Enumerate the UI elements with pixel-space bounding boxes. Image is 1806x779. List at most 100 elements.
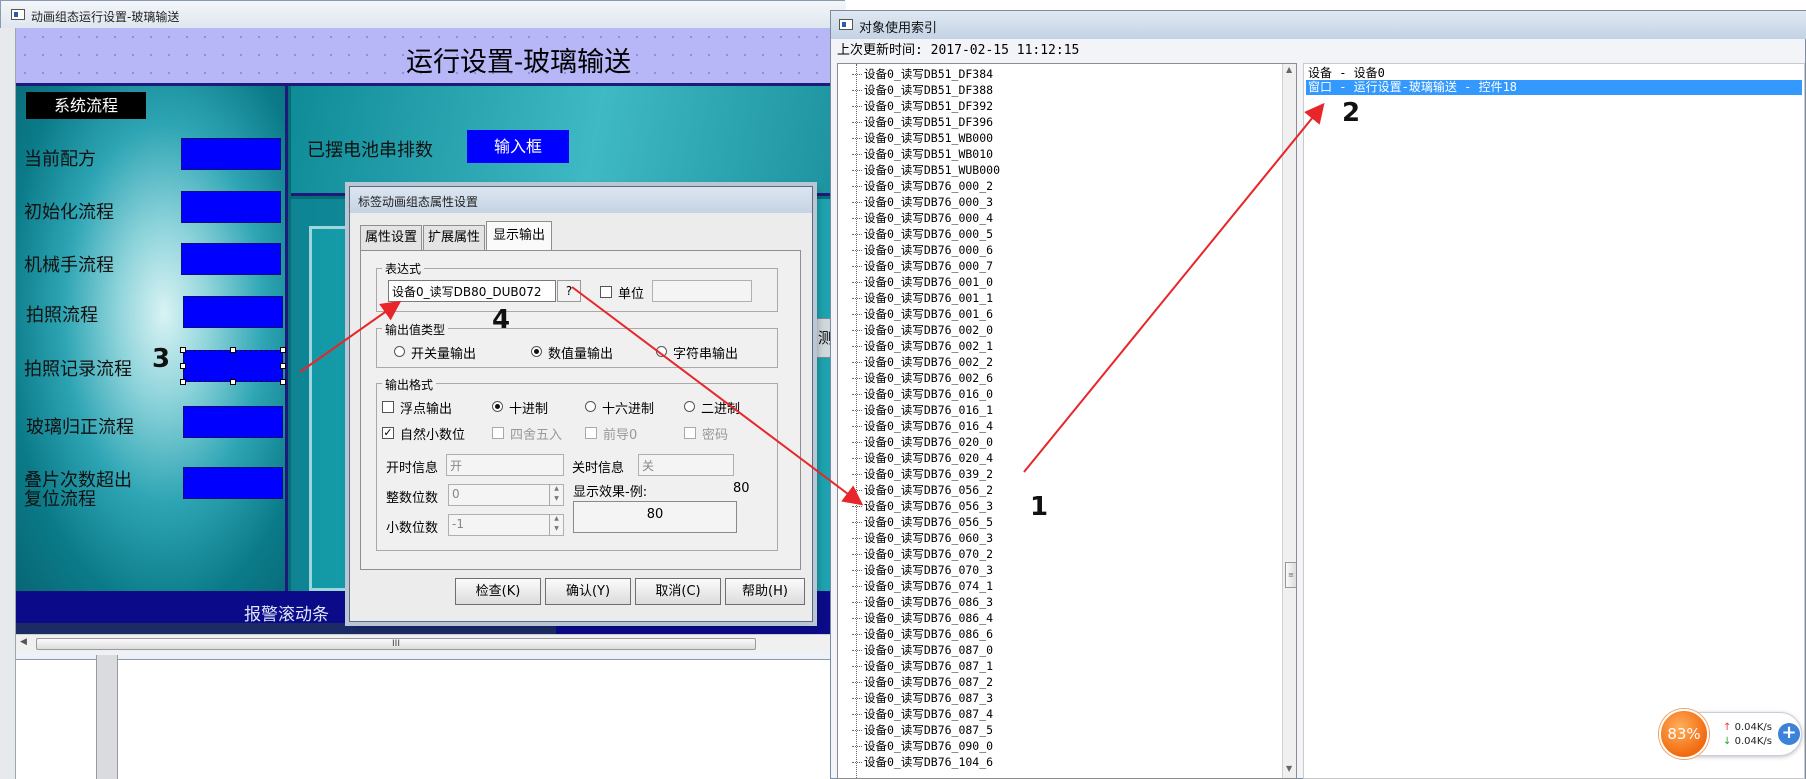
- network-speed-widget[interactable]: 83% ↑ 0.04K/s ↓ 0.04K/s +: [1659, 709, 1802, 759]
- resize-handle[interactable]: [280, 347, 286, 353]
- horizontal-scrollbar[interactable]: ◀ III: [16, 634, 842, 652]
- cancel-button[interactable]: 取消(C): [635, 578, 721, 605]
- tree-item[interactable]: 设备0_读写DB76_090_0: [851, 738, 993, 754]
- radio-decimal[interactable]: [492, 401, 503, 412]
- resize-handle[interactable]: [230, 347, 236, 353]
- float-output-checkbox[interactable]: [382, 401, 394, 413]
- tree-item[interactable]: 设备0_读写DB51_WB000: [851, 130, 993, 146]
- tree-item[interactable]: 设备0_读写DB76_000_2: [851, 178, 993, 194]
- detail-row-device[interactable]: 设备 - 设备0: [1306, 66, 1385, 81]
- tree-item[interactable]: 设备0_读写DB76_056_5: [851, 514, 993, 530]
- tree-item[interactable]: 设备0_读写DB76_087_4: [851, 706, 993, 722]
- decimal-digits-input[interactable]: -1 ▲ ▼: [448, 514, 564, 536]
- battery-input-box[interactable]: 输入框: [467, 130, 569, 163]
- robot-flow-box[interactable]: [181, 243, 281, 275]
- usage-detail-pane[interactable]: 设备 - 设备0 窗口 - 运行设置-玻璃输送 - 控件18: [1303, 63, 1805, 779]
- tree-item[interactable]: 设备0_读写DB76_016_4: [851, 418, 993, 434]
- resize-handle[interactable]: [280, 379, 286, 385]
- decimal-digits-spinner-icon[interactable]: ▲ ▼: [549, 514, 563, 536]
- tree-item[interactable]: 设备0_读写DB76_087_2: [851, 674, 993, 690]
- overlap-reset-flow-box[interactable]: [183, 467, 283, 499]
- tree-item[interactable]: 设备0_读写DB76_070_3: [851, 562, 993, 578]
- index-window-titlebar[interactable]: 对象使用索引: [831, 11, 1806, 39]
- check-button[interactable]: 检查(K): [455, 578, 541, 605]
- glass-align-flow-box[interactable]: [183, 406, 283, 438]
- tree-vertical-scrollbar[interactable]: ▲ ≡ ▼: [1282, 64, 1296, 778]
- tree-item[interactable]: 设备0_读写DB76_000_4: [851, 210, 993, 226]
- int-digits-spinner-icon[interactable]: ▲ ▼: [549, 484, 563, 506]
- scroll-left-icon[interactable]: ◀: [20, 637, 27, 647]
- tree-scroll-thumb[interactable]: ≡: [1285, 562, 1296, 588]
- resize-handle[interactable]: [230, 379, 236, 385]
- tree-item[interactable]: 设备0_读写DB76_020_0: [851, 434, 993, 450]
- tree-item[interactable]: 设备0_读写DB76_074_1: [851, 578, 993, 594]
- help-button[interactable]: 帮助(H): [725, 578, 805, 605]
- design-window-titlebar[interactable]: 动画组态运行设置-玻璃输送: [1, 1, 846, 29]
- tree-item[interactable]: 设备0_读写DB76_104_6: [851, 754, 993, 770]
- scroll-down-icon[interactable]: ▼: [1286, 764, 1292, 773]
- radio-switch-output[interactable]: [394, 346, 405, 357]
- tree-item[interactable]: 设备0_读写DB76_000_3: [851, 194, 993, 210]
- confirm-button[interactable]: 确认(Y): [545, 578, 631, 605]
- tree-item[interactable]: 设备0_读写DB76_086_4: [851, 610, 993, 626]
- radio-string-output[interactable]: [656, 346, 667, 357]
- tree-item[interactable]: 设备0_读写DB76_087_5: [851, 722, 993, 738]
- tree-item[interactable]: 设备0_读写DB76_039_2: [851, 466, 993, 482]
- photo-flow-box[interactable]: [183, 296, 283, 328]
- tree-item[interactable]: 设备0_读写DB76_087_0: [851, 642, 993, 658]
- photo-record-flow-box[interactable]: [180, 347, 286, 385]
- tree-item[interactable]: 设备0_读写DB76_087_3: [851, 690, 993, 706]
- resize-handle[interactable]: [180, 347, 186, 353]
- resize-handle[interactable]: [180, 363, 186, 369]
- resize-handle[interactable]: [180, 379, 186, 385]
- tree-item[interactable]: 设备0_读写DB51_DF384: [851, 66, 993, 82]
- plus-icon[interactable]: +: [1778, 723, 1800, 745]
- tree-item[interactable]: 设备0_读写DB76_086_6: [851, 626, 993, 642]
- cpu-percent-ball[interactable]: 83%: [1659, 709, 1709, 759]
- dialog-titlebar[interactable]: 标签动画组态属性设置: [350, 187, 812, 213]
- current-recipe-box[interactable]: [181, 138, 281, 170]
- tree-item[interactable]: 设备0_读写DB76_001_0: [851, 274, 993, 290]
- tree-item[interactable]: 设备0_读写DB51_WUB000: [851, 162, 1000, 178]
- tab-extended-properties[interactable]: 扩展属性: [423, 225, 485, 251]
- tree-item[interactable]: 设备0_读写DB76_001_6: [851, 306, 993, 322]
- tree-item[interactable]: 设备0_读写DB76_002_2: [851, 354, 993, 370]
- radio-numeric-output[interactable]: [531, 346, 542, 357]
- init-flow-box[interactable]: [181, 191, 281, 223]
- tab-property-settings[interactable]: 属性设置: [360, 225, 422, 251]
- radio-hexadecimal[interactable]: [585, 401, 596, 412]
- tree-item[interactable]: 设备0_读写DB76_070_2: [851, 546, 993, 562]
- tree-item[interactable]: 设备0_读写DB76_001_1: [851, 290, 993, 306]
- object-tree-pane[interactable]: 设备0_读写DB51_DF384 设备0_读写DB51_DF388 设备0_读写DB…: [837, 63, 1297, 779]
- detail-row-window-control[interactable]: 窗口 - 运行设置-玻璃输送 - 控件18: [1306, 80, 1802, 95]
- tree-item[interactable]: 设备0_读写DB76_056_3: [851, 498, 993, 514]
- tree-item[interactable]: 设备0_读写DB76_000_6: [851, 242, 993, 258]
- scroll-up-icon[interactable]: ▲: [1286, 65, 1292, 74]
- unit-checkbox[interactable]: [600, 286, 612, 298]
- tab-display-output[interactable]: 显示输出: [486, 221, 552, 251]
- tree-item[interactable]: 设备0_读写DB76_056_2: [851, 482, 993, 498]
- expression-help-button[interactable]: ?: [557, 280, 581, 302]
- horizontal-scroll-thumb[interactable]: III: [36, 638, 756, 650]
- tree-item[interactable]: 设备0_读写DB76_000_5: [851, 226, 993, 242]
- int-digits-input[interactable]: 0 ▲ ▼: [448, 484, 564, 506]
- tree-item[interactable]: 设备0_读写DB51_WB010: [851, 146, 993, 162]
- natural-decimal-checkbox[interactable]: ✓: [382, 427, 394, 439]
- tree-item[interactable]: 设备0_读写DB51_DF392: [851, 98, 993, 114]
- tree-item[interactable]: 设备0_读写DB76_060_3: [851, 530, 993, 546]
- tree-item[interactable]: 设备0_读写DB76_002_1: [851, 338, 993, 354]
- tree-item[interactable]: 设备0_读写DB76_000_7: [851, 258, 993, 274]
- tree-item[interactable]: 设备0_读写DB76_020_4: [851, 450, 993, 466]
- tree-item[interactable]: 设备0_读写DB76_002_6: [851, 370, 993, 386]
- tree-item[interactable]: 设备0_读写DB51_DF388: [851, 82, 993, 98]
- tree-item[interactable]: 设备0_读写DB76_016_1: [851, 402, 993, 418]
- tree-item[interactable]: 设备0_读写DB51_DF396: [851, 114, 993, 130]
- tree-item[interactable]: 设备0_读写DB76_016_0: [851, 386, 993, 402]
- tree-item[interactable]: 设备0_读写DB76_087_1: [851, 658, 993, 674]
- radio-binary[interactable]: [684, 401, 695, 412]
- expression-input[interactable]: 设备0_读写DB80_DUB072: [388, 280, 556, 302]
- resize-handle[interactable]: [280, 363, 286, 369]
- tree-item[interactable]: 设备0_读写DB76_086_3: [851, 594, 993, 610]
- tree-item[interactable]: 设备0_读写DB76_002_0: [851, 322, 993, 338]
- password-checkbox: [684, 427, 696, 439]
